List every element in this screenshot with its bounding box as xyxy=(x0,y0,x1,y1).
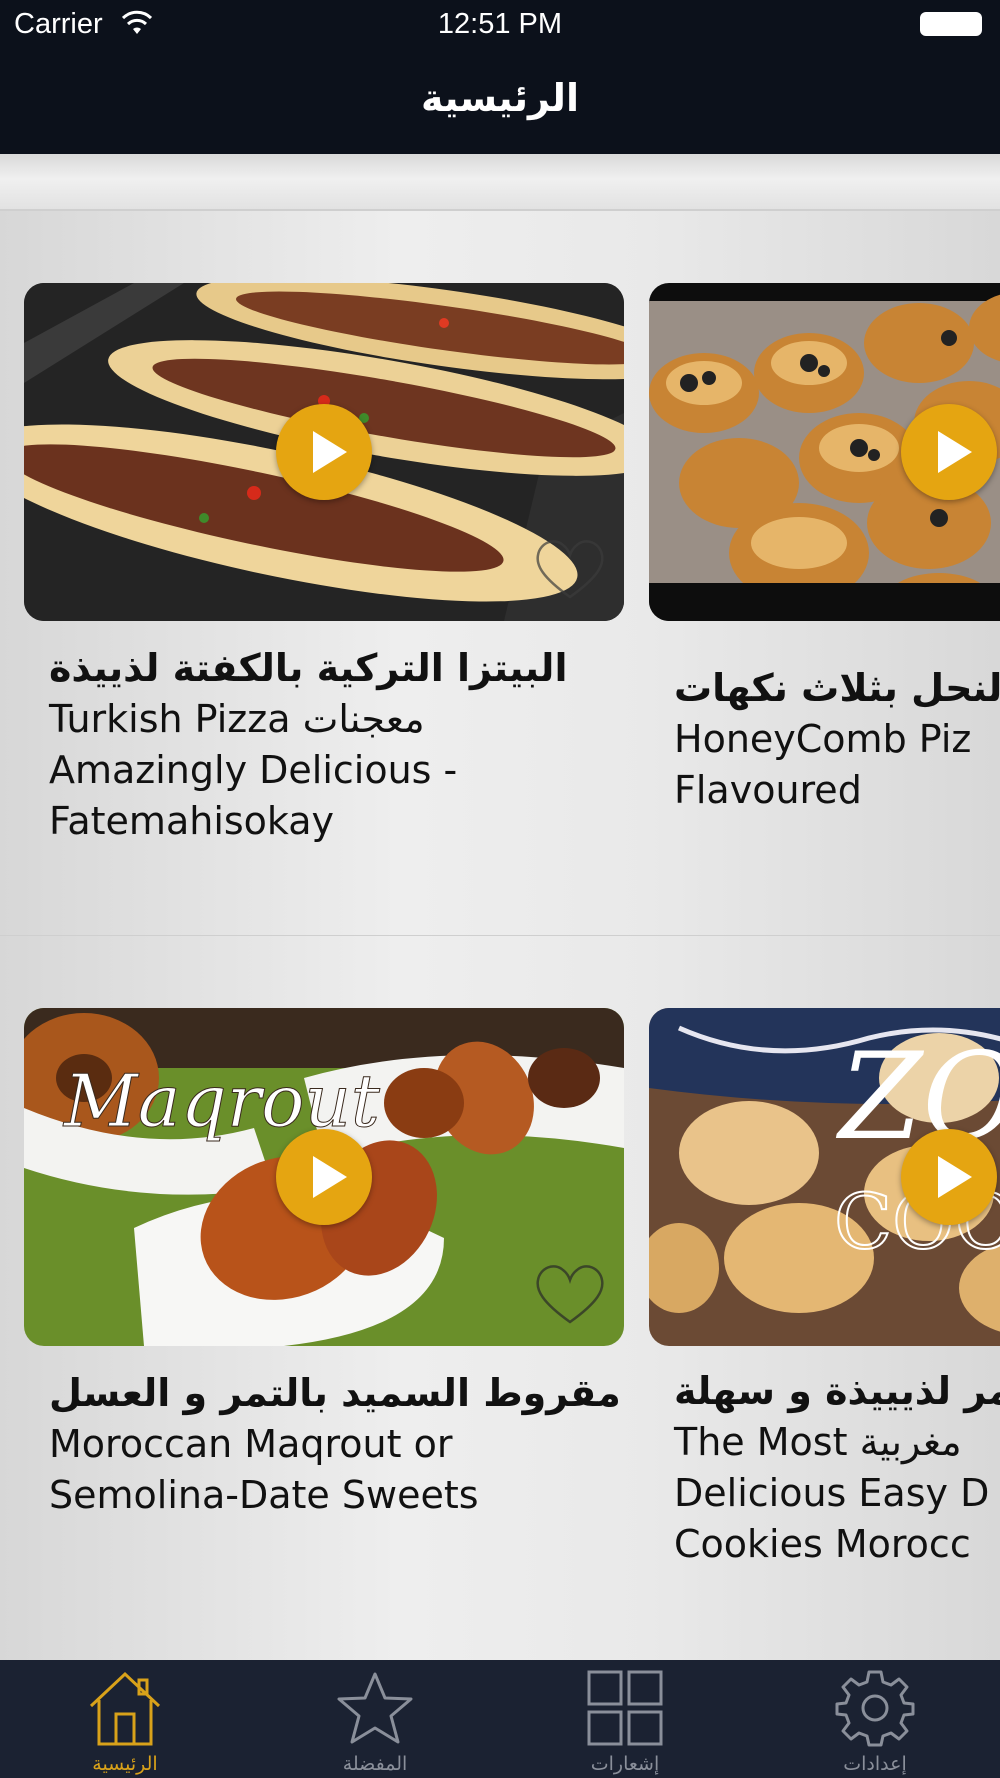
video-title-english: Moroccan Maqrout or Semolina-Date Sweets xyxy=(49,1422,479,1517)
video-card[interactable]: Maqrout مقروط السميد بالتمر و العسل Moro… xyxy=(24,1008,624,1521)
video-thumbnail[interactable]: ZO COO xyxy=(649,1008,1000,1346)
video-title[interactable]: البيتزا التركية بالكفتة لذييذة Turkish P… xyxy=(24,643,644,847)
play-icon xyxy=(313,431,347,473)
battery-icon xyxy=(920,12,982,36)
favorite-heart-icon[interactable] xyxy=(532,533,608,603)
video-thumbnail[interactable] xyxy=(24,283,624,621)
tab-label: إشعارات xyxy=(590,1753,660,1775)
video-card[interactable]: ZO COO مر لذيييذة و سهلة The Most مغربية… xyxy=(649,1008,1000,1570)
nav-bar: الرئيسية xyxy=(0,50,1000,154)
video-title-arabic: مقروط السميد بالتمر و العسل xyxy=(49,1371,621,1415)
video-title[interactable]: مر لذيييذة و سهلة The Most مغربية Delici… xyxy=(649,1366,1000,1570)
play-button[interactable] xyxy=(901,404,997,500)
video-thumbnail[interactable] xyxy=(649,283,1000,621)
video-row[interactable]: Maqrout مقروط السميد بالتمر و العسل Moro… xyxy=(0,935,1000,1660)
app-root: Carrier 12:51 PM الرئيسية البيتزا التركي… xyxy=(0,0,1000,1778)
video-card[interactable]: النحل بثلاث نكهات HoneyComb Piz Flavoure… xyxy=(649,283,1000,816)
tab-bar: الرئيسية المفضلة إشعارات إعدادات xyxy=(0,1660,1000,1778)
video-title-english: HoneyComb Piz Flavoured xyxy=(674,717,972,812)
page-title: الرئيسية xyxy=(421,76,579,120)
tab-label: المفضلة xyxy=(342,1753,408,1775)
video-row[interactable]: البيتزا التركية بالكفتة لذييذة Turkish P… xyxy=(0,210,1000,935)
video-title[interactable]: النحل بثلاث نكهات HoneyComb Piz Flavoure… xyxy=(649,663,1000,816)
video-card[interactable]: البيتزا التركية بالكفتة لذييذة Turkish P… xyxy=(24,283,624,847)
video-title-arabic: مر لذيييذة و سهلة xyxy=(674,1369,1000,1413)
play-icon xyxy=(938,1156,972,1198)
video-title[interactable]: مقروط السميد بالتمر و العسل Moroccan Maq… xyxy=(24,1368,644,1521)
status-bar: Carrier 12:51 PM xyxy=(0,0,1000,50)
favorite-heart-icon[interactable] xyxy=(532,1258,608,1328)
play-icon xyxy=(313,1156,347,1198)
tab-settings[interactable]: إعدادات xyxy=(750,1660,1000,1778)
tab-favorites[interactable]: المفضلة xyxy=(250,1660,500,1778)
play-button[interactable] xyxy=(901,1129,997,1225)
tab-label: الرئيسية xyxy=(92,1753,158,1775)
video-title-english: The Most مغربية Delicious Easy D Cookies… xyxy=(674,1420,990,1566)
tab-label: إعدادات xyxy=(843,1753,907,1775)
play-button[interactable] xyxy=(276,1129,372,1225)
status-time: 12:51 PM xyxy=(437,8,563,40)
gear-icon xyxy=(835,1670,915,1747)
play-button[interactable] xyxy=(276,404,372,500)
play-icon xyxy=(938,431,972,473)
home-icon xyxy=(89,1671,161,1746)
video-title-arabic: البيتزا التركية بالكفتة لذييذة xyxy=(49,646,568,690)
video-title-arabic: النحل بثلاث نكهات xyxy=(674,666,1000,710)
star-icon xyxy=(337,1672,413,1744)
tab-notifications[interactable]: إشعارات xyxy=(500,1660,750,1778)
header-strip xyxy=(0,154,1000,210)
video-title-english: Turkish Pizza معجنات Amazingly Delicious… xyxy=(49,697,458,843)
tab-home[interactable]: الرئيسية xyxy=(0,1660,250,1778)
video-thumbnail[interactable]: Maqrout xyxy=(24,1008,624,1346)
grid-icon xyxy=(587,1670,663,1746)
